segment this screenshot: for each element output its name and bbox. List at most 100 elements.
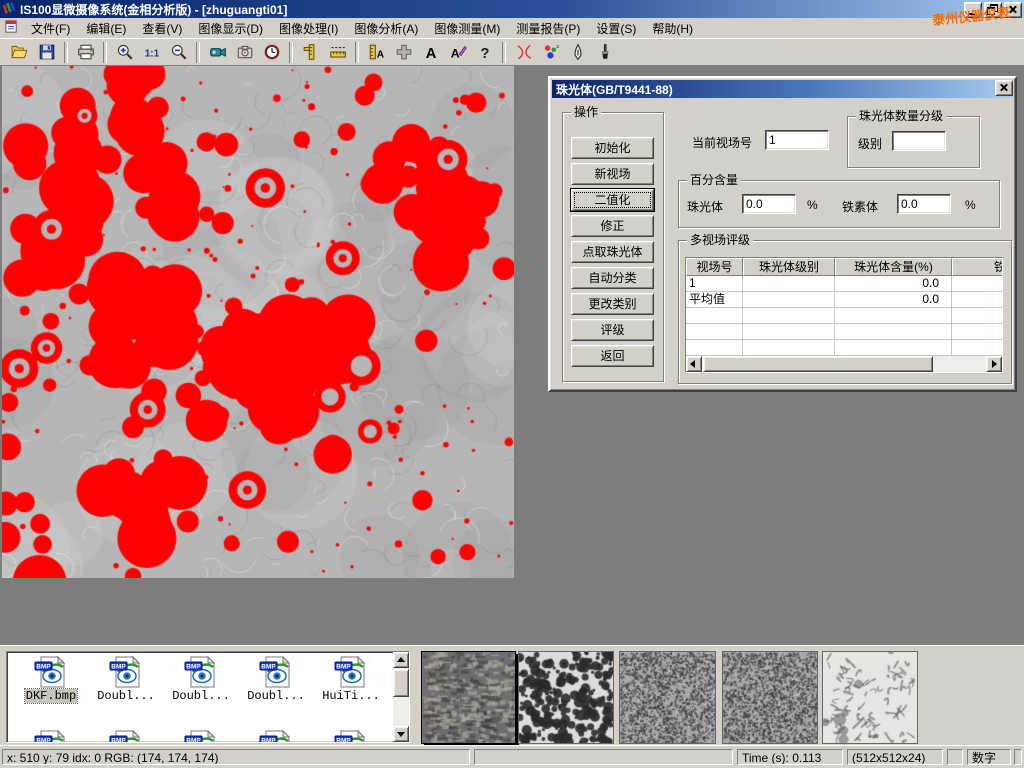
auto-classify-button[interactable]: 自动分类 [571, 267, 654, 289]
file-list-scrollbar[interactable] [393, 652, 409, 742]
cell-content: 0.0 [835, 276, 952, 292]
bmp-file-icon [334, 656, 368, 688]
menu-measure-report[interactable]: 测量报告(P) [508, 18, 588, 39]
return-button[interactable]: 返回 [571, 345, 654, 367]
menu-bar: 文件(F) 编辑(E) 查看(V) 图像显示(D) 图像处理(I) 图像分析(A… [0, 18, 1024, 39]
bmp-file-icon [34, 656, 68, 688]
help-icon[interactable]: ? [471, 39, 498, 66]
ferrite-percent-input[interactable] [897, 194, 951, 214]
file-label[interactable]: Doubl... [172, 689, 230, 703]
time-panel: Time (s): 0.113 [737, 749, 843, 765]
menu-view[interactable]: 查看(V) [134, 18, 190, 39]
menu-edit[interactable]: 编辑(E) [78, 18, 134, 39]
file-item[interactable] [240, 730, 312, 743]
merge-regions-icon[interactable] [390, 39, 417, 66]
zoom-out-icon[interactable] [165, 39, 192, 66]
svg-text:1:1: 1:1 [144, 49, 159, 60]
scrollbar-thumb[interactable] [393, 669, 409, 697]
classify-points-icon[interactable]: 3 [537, 39, 564, 66]
annotate-pencil-icon[interactable]: A [444, 39, 471, 66]
new-field-button[interactable]: 新视场 [571, 163, 654, 185]
operations-group: 操作 初始化 新视场 二值化 修正 点取珠光体 自动分类 更改类别 评级 返回 [562, 112, 664, 382]
measure-text-icon[interactable]: A [363, 39, 390, 66]
cell-field-no: 1 [686, 276, 743, 292]
current-field-input[interactable] [765, 130, 829, 150]
table-row[interactable]: 平均值 0.0 [686, 292, 1002, 308]
menu-image-analysis[interactable]: 图像分析(A) [346, 18, 426, 39]
file-label[interactable]: Doubl... [247, 689, 305, 703]
file-item[interactable]: Doubl... [90, 656, 162, 703]
video-capture-icon[interactable] [204, 39, 231, 66]
correct-button[interactable]: 修正 [571, 215, 654, 237]
file-label[interactable]: Doubl... [97, 689, 155, 703]
scroll-right-button[interactable] [986, 356, 1002, 372]
binarize-button[interactable]: 二值化 [571, 189, 654, 211]
change-class-button[interactable]: 更改类别 [571, 293, 654, 315]
file-item[interactable]: Doubl... [165, 656, 237, 703]
pen-nib-icon[interactable] [564, 39, 591, 66]
scroll-up-button[interactable] [393, 652, 409, 668]
init-button[interactable]: 初始化 [571, 137, 654, 159]
menu-help[interactable]: 帮助(H) [644, 18, 701, 39]
open-folder-icon[interactable] [6, 39, 33, 66]
restore-button[interactable] [984, 2, 1002, 18]
cell-field-no: 平均值 [686, 292, 743, 308]
scrollbar-thumb[interactable] [703, 356, 933, 372]
dialog-title-bar[interactable]: 珠光体(GB/T9441-88) [552, 80, 1013, 98]
svg-text:3: 3 [556, 44, 559, 49]
snapshot-camera-icon[interactable] [231, 39, 258, 66]
menu-settings[interactable]: 设置(S) [588, 18, 644, 39]
file-item[interactable] [15, 730, 87, 743]
metallographic-image[interactable] [2, 66, 514, 578]
menu-image-processing[interactable]: 图像处理(I) [271, 18, 346, 39]
col-ferrite[interactable]: 铁素体 [952, 258, 1003, 276]
thumbnail-4[interactable] [722, 651, 818, 744]
file-item[interactable]: Doubl... [240, 656, 312, 703]
zoom-in-icon[interactable] [111, 39, 138, 66]
file-item[interactable]: DKF.bmp [15, 656, 87, 703]
close-button[interactable] [1004, 2, 1022, 18]
ferrite-label: 铁素体 [842, 198, 878, 215]
table-row-empty [686, 308, 1002, 324]
print-icon[interactable] [72, 39, 99, 66]
paint-brush-icon[interactable] [591, 39, 618, 66]
menu-image-display[interactable]: 图像显示(D) [190, 18, 271, 39]
grade-button[interactable]: 评级 [571, 319, 654, 341]
actual-size-icon[interactable]: 1:1 [138, 39, 165, 66]
file-label[interactable]: DKF.bmp [25, 689, 77, 703]
menu-file[interactable]: 文件(F) [23, 18, 78, 39]
mode-panel: 数字 [967, 749, 1011, 765]
minimize-button[interactable] [964, 2, 982, 18]
dialog-close-button[interactable] [995, 80, 1013, 96]
percent-group: 百分含量 珠光体 % 铁素体 % [678, 180, 1000, 228]
menu-image-measure[interactable]: 图像测量(M) [426, 18, 508, 39]
col-pearlite-grade[interactable]: 珠光体级别 [743, 258, 835, 276]
table-horizontal-scrollbar[interactable] [686, 356, 1002, 372]
table-row[interactable]: 1 0.0 [686, 276, 1002, 292]
svg-text:A: A [376, 50, 384, 61]
file-item[interactable] [90, 730, 162, 743]
file-item[interactable] [315, 730, 387, 743]
col-pearlite-content[interactable]: 珠光体含量(%) [835, 258, 952, 276]
ruler-icon[interactable] [324, 39, 351, 66]
pearlite-dialog: 珠光体(GB/T9441-88) 操作 初始化 新视场 二值化 修正 点取珠光体… [548, 76, 1017, 392]
save-floppy-icon[interactable] [33, 39, 60, 66]
spline-curve-icon[interactable] [510, 39, 537, 66]
timer-clock-icon[interactable] [258, 39, 285, 66]
thumbnail-1[interactable] [421, 651, 516, 744]
svg-text:A: A [425, 46, 436, 61]
file-item[interactable] [165, 730, 237, 743]
scroll-down-button[interactable] [393, 726, 409, 742]
grade-input[interactable] [892, 131, 946, 151]
thumbnail-5[interactable] [822, 651, 918, 744]
thumbnail-3[interactable] [619, 651, 716, 744]
col-field-no[interactable]: 视场号 [686, 258, 743, 276]
pick-pearlite-button[interactable]: 点取珠光体 [571, 241, 654, 263]
insert-text-icon[interactable]: A [417, 39, 444, 66]
caliper-icon[interactable] [297, 39, 324, 66]
thumbnail-2[interactable] [518, 651, 614, 744]
scroll-left-button[interactable] [686, 356, 702, 372]
pearlite-percent-input[interactable] [742, 194, 796, 214]
file-label[interactable]: HuiTi... [322, 689, 380, 703]
file-item[interactable]: HuiTi... [315, 656, 387, 703]
